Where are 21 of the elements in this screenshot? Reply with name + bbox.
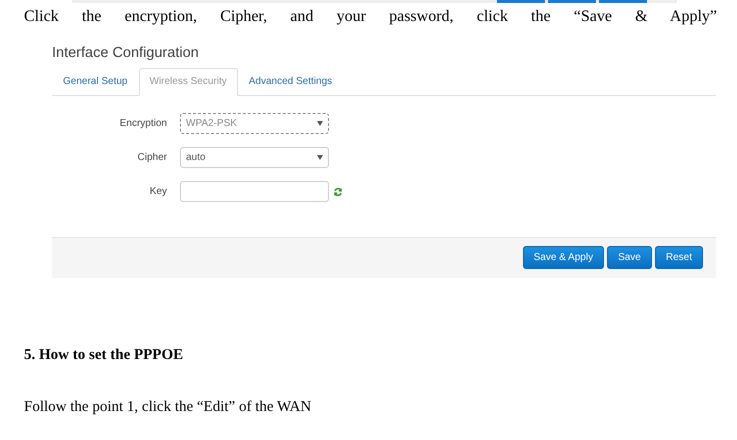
field-label: Encryption [118, 117, 168, 132]
action-button[interactable]: Save [607, 246, 652, 270]
select-value: WPA2-PSK [186, 117, 237, 132]
caret-icon [317, 121, 323, 126]
select-field[interactable]: auto [180, 147, 329, 168]
input-field[interactable] [180, 181, 329, 202]
paragraph-text: Follow the point 1, click the “Edit” of the WAN [24, 398, 312, 418]
select-field[interactable]: WPA2-PSK [180, 113, 329, 134]
refresh-icon[interactable] [333, 186, 343, 197]
field-label: Cipher [136, 151, 168, 166]
instruction-text: Click the encryption, Cipher, and your password, click the “Save & Apply” [24, 7, 717, 27]
tab[interactable]: General Setup [52, 68, 138, 96]
select-value: auto [186, 151, 206, 166]
field-label: Key [148, 185, 168, 200]
caret-icon [317, 155, 323, 160]
action-button[interactable]: Reset [654, 246, 703, 270]
action-button[interactable]: Save & Apply [522, 246, 604, 270]
page-title: Interface Configuration [52, 44, 200, 63]
tab[interactable]: Wireless Security [138, 68, 238, 96]
section-heading: 5. How to set the PPPOE [24, 346, 184, 365]
tab[interactable]: Advanced Settings [238, 68, 344, 96]
